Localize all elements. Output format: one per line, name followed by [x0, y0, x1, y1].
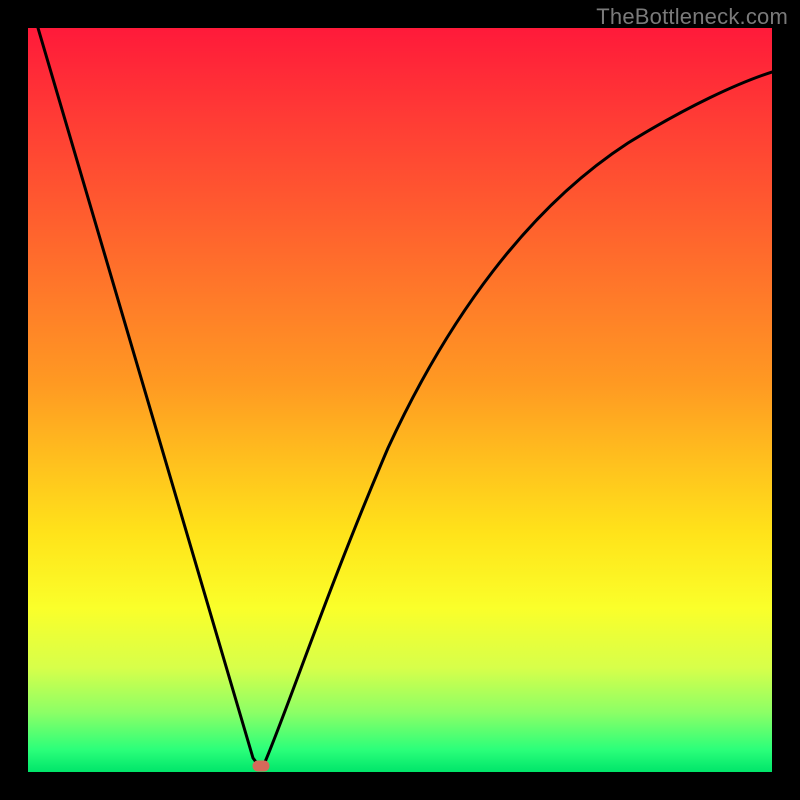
bottleneck-curve [28, 28, 772, 772]
min-point-marker [253, 761, 269, 771]
plot-area [28, 28, 772, 772]
watermark-text: TheBottleneck.com [596, 4, 788, 30]
chart-frame: TheBottleneck.com [0, 0, 800, 800]
